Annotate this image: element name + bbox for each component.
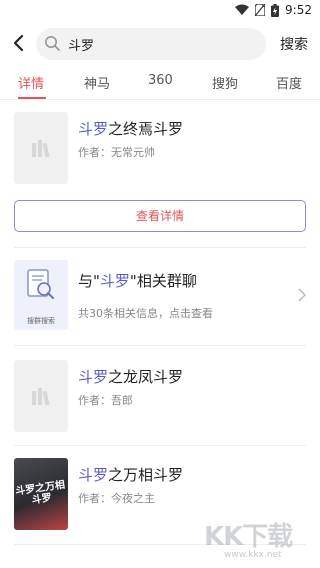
no-sim-icon xyxy=(255,4,266,16)
watermark-logo-text: KK下载 xyxy=(204,522,293,552)
search-icon xyxy=(45,36,60,51)
status-time: 9:52 xyxy=(285,3,312,17)
divider xyxy=(14,345,306,346)
book-author: 作者：今夜之主 xyxy=(78,492,155,505)
book-title[interactable]: 斗罗之终焉斗罗 xyxy=(78,118,183,139)
group-icon-label: 搜群搜索 xyxy=(27,317,55,325)
search-document-icon xyxy=(27,269,54,299)
group-chat-title[interactable]: 与"斗罗"相关群聊 xyxy=(78,270,197,291)
tab-baidu[interactable]: 百度 xyxy=(276,73,302,92)
back-button[interactable] xyxy=(8,32,30,54)
tab-360[interactable]: 360 xyxy=(148,73,173,88)
source-tabs: 详情 神马 360 搜狗 百度 xyxy=(0,64,320,100)
book-placeholder-icon xyxy=(32,140,50,158)
tab-shenma[interactable]: 神马 xyxy=(84,73,110,92)
title-rest: 之龙凤斗罗 xyxy=(108,368,184,386)
book-cover-image[interactable]: 斗罗之万相斗罗 xyxy=(14,458,68,530)
divider xyxy=(14,445,306,446)
title-rest: 之终焉斗罗 xyxy=(108,120,184,138)
battery-charging-icon xyxy=(271,3,280,17)
tab-sogou[interactable]: 搜狗 xyxy=(212,73,238,92)
title-highlight: 斗罗 xyxy=(78,120,109,138)
book-placeholder-icon xyxy=(32,388,50,406)
group-search-icon[interactable]: 搜群搜索 xyxy=(14,260,68,330)
group-prefix: 与" xyxy=(78,272,100,290)
tab-details[interactable]: 详情 xyxy=(18,73,44,92)
search-button[interactable]: 搜索 xyxy=(280,34,308,54)
title-rest: 之万相斗罗 xyxy=(108,466,184,484)
title-highlight: 斗罗 xyxy=(78,368,109,386)
watermark-url: www.kkx.net xyxy=(224,550,282,560)
wifi-icon xyxy=(235,4,250,15)
active-tab-indicator xyxy=(18,97,46,99)
search-box[interactable] xyxy=(36,28,266,60)
kkx-watermark: KK下载 www.kkx.net xyxy=(204,516,314,560)
search-input[interactable] xyxy=(68,34,258,54)
status-bar: 9:52 xyxy=(0,0,320,22)
status-icons: 9:52 xyxy=(235,3,312,17)
book-cover-placeholder[interactable] xyxy=(14,112,68,184)
view-details-button[interactable]: 查看详情 xyxy=(14,200,306,232)
book-author: 作者：吾郎 xyxy=(78,394,133,407)
search-header: 搜索 xyxy=(0,26,320,62)
book-cover-placeholder[interactable] xyxy=(14,360,68,432)
group-suffix: "相关群聊 xyxy=(129,272,197,290)
results-list: 斗罗之终焉斗罗 作者：无常元帅 查看详情 搜群搜索 与"斗罗"相关群聊 共30条… xyxy=(0,100,320,568)
title-highlight: 斗罗 xyxy=(78,466,109,484)
book-title[interactable]: 斗罗之龙凤斗罗 xyxy=(78,366,183,387)
cover-art-text: 斗罗之万相斗罗 xyxy=(14,479,66,507)
group-highlight: 斗罗 xyxy=(99,272,130,290)
divider xyxy=(14,247,306,248)
back-arrow-icon xyxy=(13,34,24,52)
book-title[interactable]: 斗罗之万相斗罗 xyxy=(78,464,183,485)
book-author: 作者：无常元帅 xyxy=(78,146,155,159)
group-chat-meta: 共30条相关信息，点击查看 xyxy=(78,307,213,320)
chevron-right-icon[interactable] xyxy=(298,288,306,302)
